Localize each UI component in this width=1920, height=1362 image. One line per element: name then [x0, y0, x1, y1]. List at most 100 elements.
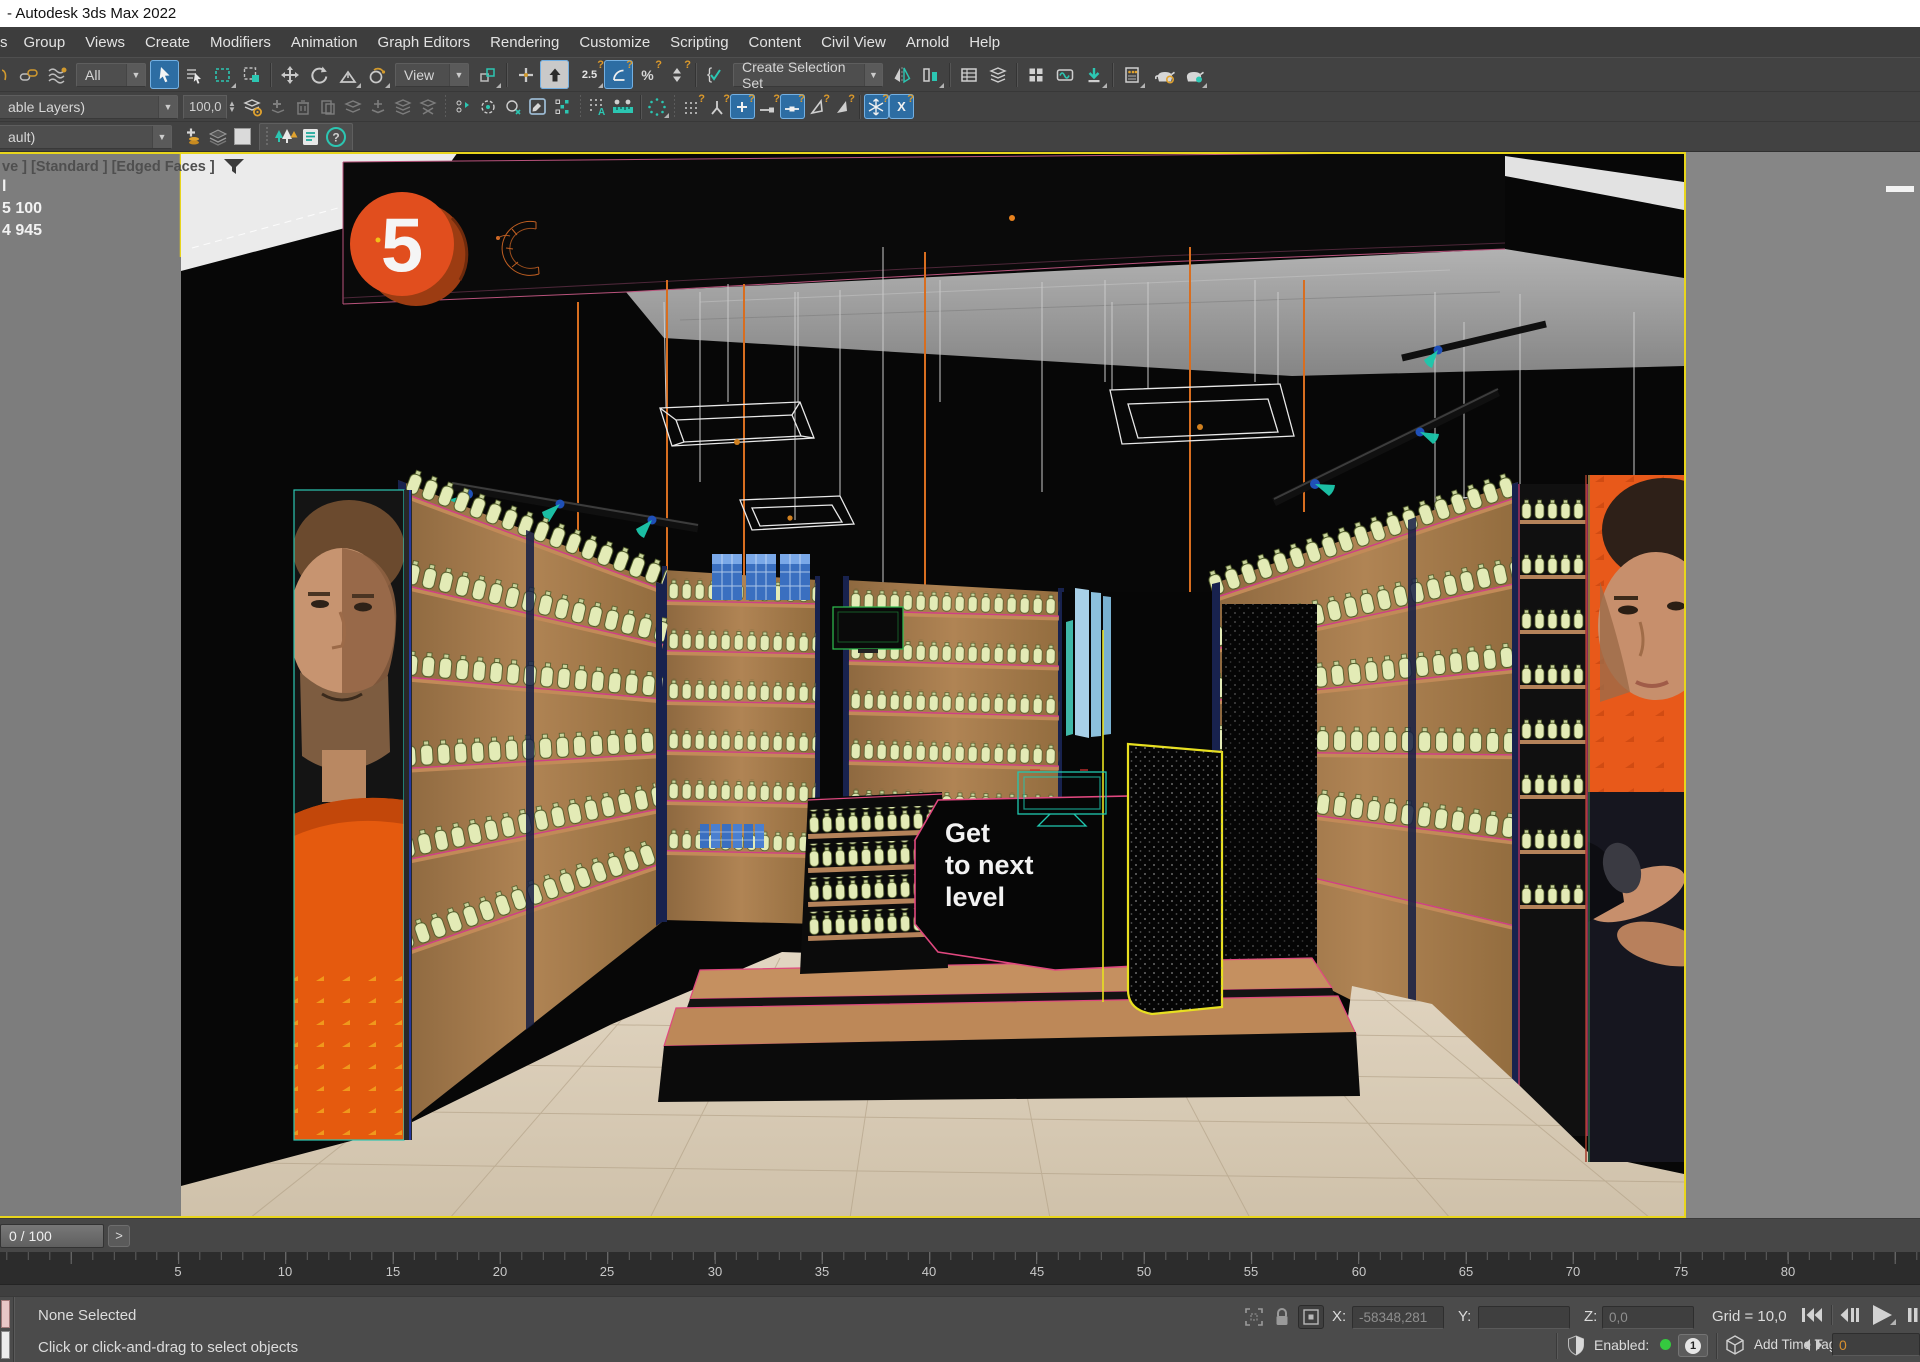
dotted-grid-a-icon[interactable]: A — [586, 94, 611, 119]
menu-item-content[interactable]: Content — [739, 27, 812, 57]
next-frame-button[interactable]: > — [108, 1225, 130, 1247]
schematic-view-button[interactable] — [1050, 60, 1079, 89]
select-and-rotate-button[interactable] — [304, 60, 333, 89]
bind-to-space-warp-icon[interactable] — [43, 60, 72, 89]
align-button[interactable] — [916, 60, 945, 89]
maxscript-mini-listener-white[interactable] — [1, 1331, 10, 1359]
spinner-down-icon[interactable]: ▼ — [228, 107, 236, 113]
help-icon[interactable]: ? — [323, 124, 348, 149]
snap-axis-constraint-toggle[interactable]: X? — [889, 94, 914, 119]
menu-item-rendering[interactable]: Rendering — [480, 27, 569, 57]
select-and-place-button[interactable] — [362, 60, 391, 89]
y-coordinate-field[interactable] — [1478, 1306, 1570, 1329]
sphere-exclude-icon[interactable] — [501, 94, 526, 119]
viewport-label[interactable]: ve ] [Standard ] [Edged Faces ] — [2, 158, 245, 176]
play-animation-button[interactable] — [1868, 1303, 1896, 1327]
next-frame-cut-button[interactable] — [1906, 1305, 1920, 1325]
notes-icon[interactable] — [298, 124, 323, 149]
set-current-layer-button[interactable] — [366, 94, 391, 119]
viewport-canvas[interactable]: 5 — [0, 152, 1684, 1218]
snap-normal-toggle[interactable]: ? — [805, 94, 830, 119]
schematic-nodes-icon[interactable] — [551, 94, 576, 119]
select-and-link-icon[interactable] — [14, 60, 43, 89]
measure-ruler-icon[interactable] — [611, 94, 636, 119]
isolate-selection-icon[interactable] — [1243, 1306, 1265, 1328]
percent-snap-toggle[interactable]: % ? — [633, 60, 662, 89]
select-by-name-button[interactable] — [179, 60, 208, 89]
isolate-selection-icon[interactable] — [451, 94, 476, 119]
snap-midpoint-toggle[interactable]: ? — [780, 94, 805, 119]
absolute-offset-mode-toggle[interactable] — [1298, 1305, 1324, 1329]
dotted-circle-icon[interactable] — [645, 94, 670, 119]
window-crossing-toggle[interactable] — [237, 60, 266, 89]
render-setup-button[interactable] — [1117, 60, 1146, 89]
snaps-toggle-2.5[interactable]: 2.5 ? — [575, 60, 604, 89]
menu-item-create[interactable]: Create — [135, 27, 200, 57]
toggle-layer-explorer-button[interactable] — [983, 60, 1012, 89]
menu-item-graph-editors[interactable]: Graph Editors — [368, 27, 481, 57]
menu-item-group[interactable]: Group — [14, 27, 76, 57]
add-time-tag[interactable]: Add Time Tag — [1754, 1337, 1844, 1352]
menu-item-arnold[interactable]: Arnold — [896, 27, 959, 57]
go-to-start-button[interactable] — [1800, 1305, 1826, 1325]
cube-icon[interactable] — [1724, 1334, 1746, 1358]
create-new-layer-button[interactable] — [266, 94, 291, 119]
selection-lock-icon[interactable] — [1272, 1306, 1292, 1328]
snap-frozen-toggle[interactable]: ? — [864, 94, 889, 119]
time-slider-handle[interactable]: 0 / 100 — [0, 1224, 104, 1248]
snap-pivot-toggle[interactable]: ? — [730, 94, 755, 119]
menu-item-scripting[interactable]: Scripting — [660, 27, 738, 57]
layer-list-dropdown[interactable]: able Layers) ▼ — [0, 95, 178, 119]
select-object-button[interactable] — [150, 60, 179, 89]
layer-stack-button[interactable] — [205, 124, 230, 149]
menu-item-customize[interactable]: Customize — [569, 27, 660, 57]
previous-frame-button[interactable] — [1838, 1305, 1862, 1325]
layer-properties-button[interactable] — [391, 94, 416, 119]
use-pivot-point-center-button[interactable] — [473, 60, 502, 89]
drag-handle[interactable] — [264, 127, 269, 147]
menu-item-civil-view[interactable]: Civil View — [811, 27, 896, 57]
shield-icon[interactable] — [1566, 1334, 1586, 1358]
key-filters-button[interactable]: 1 — [1678, 1334, 1708, 1357]
select-and-move-button[interactable] — [275, 60, 304, 89]
add-selection-to-layer-button[interactable] — [316, 94, 341, 119]
menu-item-help[interactable]: Help — [959, 27, 1010, 57]
menu-item-animation[interactable]: Animation — [281, 27, 368, 57]
maxscript-mini-listener-pink[interactable] — [1, 1300, 10, 1328]
snap-endpoint-toggle[interactable]: ? — [755, 94, 780, 119]
selection-filter-dropdown[interactable]: All ▼ — [76, 63, 146, 87]
frame-spinner[interactable] — [1800, 1335, 1826, 1355]
perspective-viewport[interactable]: 5 — [0, 152, 1920, 1218]
edit-named-selection-sets-button[interactable]: { — [700, 60, 729, 89]
snap-grid-points-toggle[interactable]: ? — [680, 94, 705, 119]
named-selection-sets-dropdown[interactable]: Create Selection Set ▼ — [733, 63, 883, 87]
smart-select-icon[interactable] — [476, 94, 501, 119]
menu-item-fragment[interactable]: s — [0, 27, 14, 57]
default-dropdown[interactable]: ault) ▼ — [0, 125, 172, 149]
select-and-manipulate-button[interactable] — [511, 60, 540, 89]
menu-item-modifiers[interactable]: Modifiers — [200, 27, 281, 57]
z-coordinate-field[interactable]: 0,0 — [1602, 1306, 1694, 1329]
manage-layers-button[interactable] — [241, 94, 266, 119]
viewport-filter-funnel-icon[interactable] — [223, 158, 245, 176]
delete-layer-button[interactable] — [291, 94, 316, 119]
menu-item-views[interactable]: Views — [75, 27, 135, 57]
material-editor-button[interactable] — [1079, 60, 1108, 89]
vegetation-icon[interactable] — [273, 124, 298, 149]
add-layer-stack-button[interactable] — [180, 124, 205, 149]
collapse-layers-button[interactable] — [416, 94, 441, 119]
title-bar[interactable]: - Autodesk 3ds Max 2022 — [0, 0, 1920, 27]
mirror-button[interactable] — [887, 60, 916, 89]
assign-controller-icon[interactable] — [526, 94, 551, 119]
spinner-snap-toggle[interactable]: ? — [662, 60, 691, 89]
scene-undo-icon[interactable] — [2, 60, 14, 89]
current-frame-field[interactable]: 0 — [1832, 1333, 1920, 1356]
render-production-button[interactable] — [1179, 60, 1208, 89]
reference-coordinate-system-dropdown[interactable]: View ▼ — [395, 63, 469, 87]
angle-snap-toggle[interactable]: ? — [604, 60, 633, 89]
snap-vertex-toggle[interactable]: ? — [705, 94, 730, 119]
snap-face-toggle[interactable]: ? — [830, 94, 855, 119]
secondary-viewport-area[interactable] — [1684, 152, 1920, 1218]
select-objects-in-layer-button[interactable] — [341, 94, 366, 119]
track-bar[interactable]: 5 10 15 20 25 30 35 40 45 50 55 60 65 70… — [0, 1252, 1920, 1296]
